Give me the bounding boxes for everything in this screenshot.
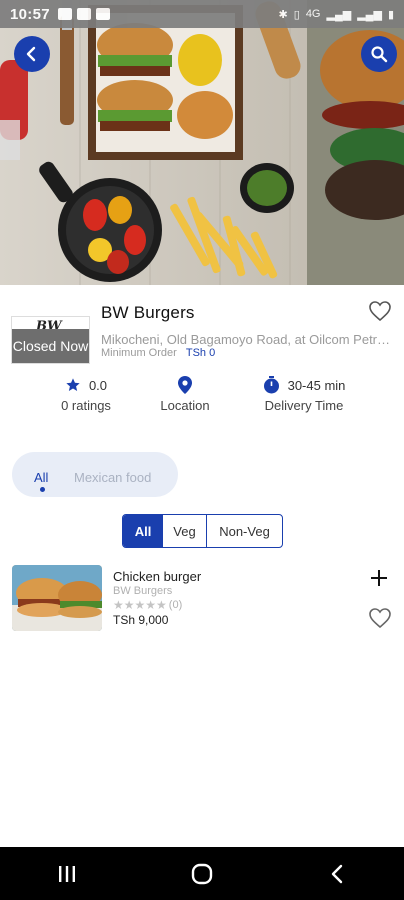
delivery-time-stat: 30-45 min Delivery Time [252,376,356,413]
network-type: 4G [305,8,321,20]
timer-icon [263,376,279,394]
rating-stat: 0.0 0 ratings [50,376,122,414]
filter-all-button[interactable]: All [123,515,163,547]
menu-item-image[interactable] [12,565,102,631]
restaurant-cover-image [0,0,404,285]
arrow-left-icon [26,46,36,62]
signal-icon-2: ▂▄▆ [357,8,382,21]
rating-value: 0.0 [88,377,108,393]
menu-item-rating: ★★★★★ (0) [113,598,182,612]
diet-filter: All Veg Non-Veg [122,514,283,548]
menu-item-price: TSh 9,000 [113,613,169,627]
bluetooth-icon: ✱ [278,8,288,21]
status-time: 10:57 [10,5,50,23]
restaurant-name: BW Burgers [101,303,195,322]
restaurant-address: Mikocheni, Old Bagamoyo Road, at Oilcom … [101,332,393,347]
status-bar: 10:57 ✱ ▯ 4G ▂▄▆ ▂▄▆ ▮ [0,0,404,28]
system-back-button[interactable] [307,854,367,894]
star-icon [66,378,80,391]
home-button[interactable] [172,854,232,894]
location-pin-icon [178,376,192,394]
recents-button[interactable] [37,854,97,894]
filter-veg-button[interactable]: Veg [163,515,207,547]
restaurant-logo: BW Closed Now [11,316,90,364]
menu-item-name[interactable]: Chicken burger [113,569,201,584]
filter-non-veg-button[interactable]: Non-Veg [207,515,282,547]
recents-icon [59,865,76,882]
battery-icon: ▮ [387,8,394,21]
location-stat[interactable]: Location [150,376,220,413]
min-order-value: TSh 0 [185,347,216,359]
youtube-icon [76,8,91,20]
search-button[interactable] [361,36,397,72]
menu-item-restaurant: BW Burgers [113,585,173,597]
active-category-indicator [40,487,45,492]
menu-item-rating-count: (0) [168,599,183,611]
star-rating-icons: ★★★★★ [113,598,167,612]
delivery-value: 30-45 min [287,377,346,393]
signal-icon: ▂▄▆ [326,8,352,21]
category-tabs: All Mexican food [12,452,178,497]
category-tab-mexican-food[interactable]: Mexican food [74,470,151,485]
favorite-restaurant-button[interactable] [368,300,392,327]
back-icon [331,864,342,883]
location-label: Location [160,398,210,413]
message-icon [57,8,72,20]
plus-icon [371,570,387,586]
add-to-cart-button[interactable] [369,568,389,593]
heart-outline-icon [369,301,391,322]
closed-status: Closed Now [12,329,89,363]
vibrate-icon: ▯ [293,8,300,21]
favorite-item-button[interactable] [368,607,392,634]
minimum-order: Minimum Order TSh 0 [101,347,215,359]
back-button[interactable] [14,36,50,72]
search-icon [371,46,388,63]
system-navigation-bar [0,847,404,900]
delivery-label: Delivery Time [264,398,344,413]
heart-outline-icon [369,608,391,629]
app-icon [95,8,110,20]
rating-count: 0 ratings [61,398,111,413]
category-tab-all[interactable]: All [34,470,48,485]
home-icon [191,863,213,884]
min-order-label: Minimum Order [101,347,177,359]
